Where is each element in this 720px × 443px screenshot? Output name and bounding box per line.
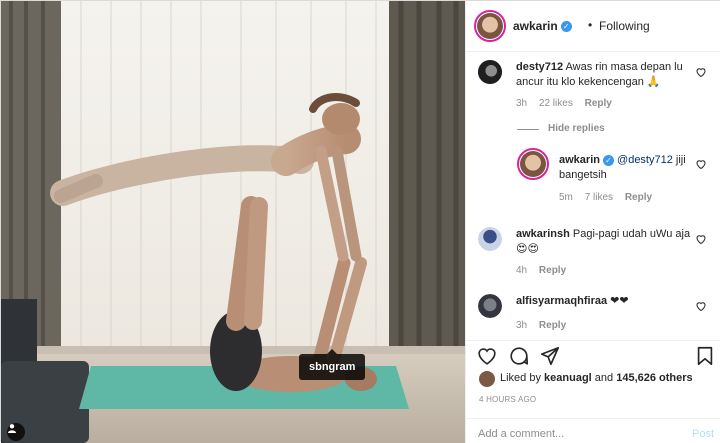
comment-like-count[interactable]: 22 likes <box>539 98 573 109</box>
post-photo[interactable]: sbngram <box>1 1 465 443</box>
commenter-avatar[interactable] <box>478 227 502 251</box>
comment-meta: 3h 22 likes Reply <box>516 98 621 109</box>
reply-button[interactable]: Reply <box>539 265 566 276</box>
hide-replies-button[interactable]: Hide replies <box>548 123 605 134</box>
likes-count[interactable]: 145,626 others <box>616 372 692 384</box>
heart-icon[interactable] <box>476 345 498 367</box>
add-comment-bar: Add a comment... Post <box>466 418 720 443</box>
liker-avatar[interactable] <box>479 371 495 387</box>
post-timestamp[interactable]: 4 HOURS AGO <box>479 395 536 404</box>
post-header: awkarin ✓ • Following <box>466 1 720 52</box>
comment-age: 3h <box>516 98 528 109</box>
reply-author-avatar[interactable] <box>517 148 549 180</box>
comment-like-heart-icon[interactable] <box>695 66 707 78</box>
reply-meta: 5m 7 likes Reply <box>559 192 661 203</box>
commenter-avatar[interactable] <box>478 294 502 318</box>
reply-like-heart-icon[interactable] <box>695 158 707 170</box>
user-tag-label[interactable]: sbngram <box>299 349 366 380</box>
action-bar <box>466 340 720 370</box>
comment-age: 4h <box>516 265 528 276</box>
comment-username[interactable]: desty712 <box>516 61 563 73</box>
comment-body: awkarinsh Pagi-pagi udah uWu aja 😍😍 <box>516 227 694 257</box>
comment-meta: 3h Reply <box>516 320 575 331</box>
reply-button[interactable]: Reply <box>625 192 652 203</box>
comment-username[interactable]: alfisyarmaqhfiraa <box>516 295 607 307</box>
add-comment-input[interactable]: Add a comment... <box>478 428 564 440</box>
comment-body: desty712 Awas rin masa depan lu ancur it… <box>516 60 694 90</box>
comment-body: alfisyarmaqhfiraa ❤❤ <box>516 294 694 309</box>
photo-illustration <box>1 1 465 443</box>
likes-and: and <box>594 372 614 384</box>
comment-like-heart-icon[interactable] <box>695 233 707 245</box>
comment-age: 3h <box>516 320 528 331</box>
share-icon[interactable] <box>539 345 561 367</box>
comment-meta: 4h Reply <box>516 265 575 276</box>
likes-summary: Liked by keanuagl and 145,626 others <box>500 372 693 384</box>
separator-dot: • <box>588 18 593 32</box>
post-comment-button[interactable]: Post <box>692 428 714 440</box>
comment-text: ❤❤ <box>610 295 629 307</box>
reply-like-count[interactable]: 7 likes <box>585 192 613 203</box>
comment-username[interactable]: awkarinsh <box>516 228 570 240</box>
reply-mention-link[interactable]: @desty712 <box>617 154 673 166</box>
verified-badge-icon: ✓ <box>560 21 572 33</box>
reply-username[interactable]: awkarin <box>559 154 600 166</box>
likes-prefix: Liked by <box>500 372 541 384</box>
reply-age: 5m <box>559 192 573 203</box>
bookmark-icon[interactable] <box>694 345 716 367</box>
author-avatar[interactable] <box>474 10 506 42</box>
reply-body: awkarin ✓ @desty712 jiji bangetsih <box>559 153 689 183</box>
liker-username[interactable]: keanuagl <box>544 372 592 384</box>
author-username[interactable]: awkarin ✓ <box>513 19 572 33</box>
commenter-avatar[interactable] <box>478 60 502 84</box>
user-tag-icon[interactable] <box>7 423 25 441</box>
reply-button[interactable]: Reply <box>585 98 612 109</box>
comment-like-heart-icon[interactable] <box>695 300 707 312</box>
comments-list: desty712 Awas rin masa depan lu ancur it… <box>466 52 720 340</box>
verified-badge-icon: ✓ <box>602 154 614 166</box>
following-button[interactable]: Following <box>599 19 650 33</box>
reply-button[interactable]: Reply <box>539 320 566 331</box>
hide-replies-line <box>517 129 539 130</box>
author-username-text[interactable]: awkarin <box>513 19 558 33</box>
post-frame: sbngram awkarin ✓ • Following desty712 A… <box>0 0 720 443</box>
post-sidebar: awkarin ✓ • Following desty712 Awas rin m… <box>465 1 720 443</box>
comment-icon[interactable] <box>508 345 530 367</box>
